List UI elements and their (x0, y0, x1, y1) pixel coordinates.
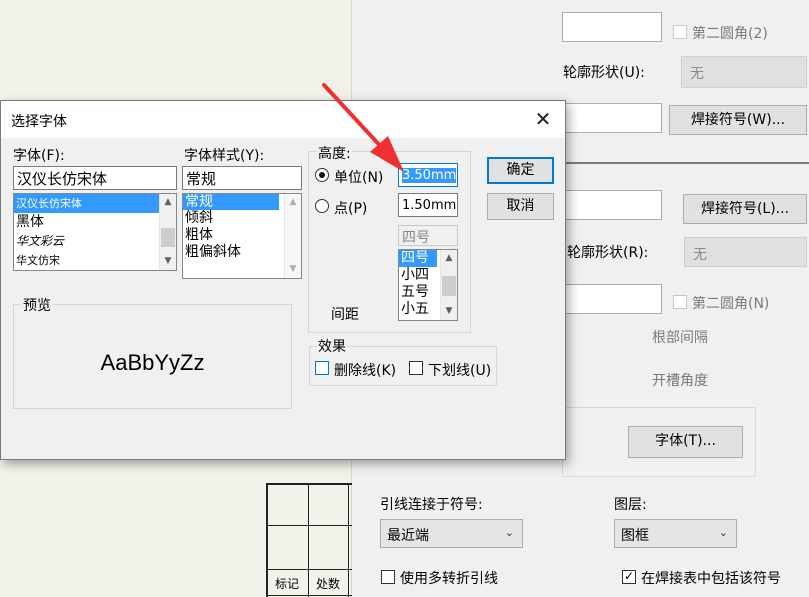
list-item[interactable]: 四号 (399, 250, 437, 267)
list-item[interactable]: 华文仿宋 (14, 251, 176, 270)
leader-attach-label: 引线连接于符号: (380, 497, 483, 513)
contour-shape-u-select[interactable]: 无 (681, 56, 807, 88)
preview-sample-text: AaBbYyZz (100, 350, 205, 375)
unit-height-input[interactable]: 3.50mm (398, 163, 458, 187)
unit-radio-label: 单位(N) (334, 170, 384, 186)
spacing-label: 间距 (331, 307, 359, 323)
close-icon[interactable]: ✕ (521, 101, 565, 138)
include-in-weld-table-label: 在焊接表中包括该符号 (641, 571, 781, 587)
font-style-list[interactable]: 常规 倾斜 粗体 粗偏斜体 ▲ ▼ (182, 193, 302, 279)
point-size-input[interactable]: 四号 (398, 225, 458, 246)
root-gap-label: 根部间隔 (652, 330, 708, 346)
second-fillet-n-checkbox[interactable] (673, 295, 687, 309)
weld-symbol-w-button[interactable]: 焊接符号(W)... (669, 105, 807, 135)
title-block-line (308, 485, 309, 597)
unit-height-value: 3.50mm (402, 168, 457, 183)
scroll-down-icon[interactable]: ▼ (160, 253, 176, 270)
contour-shape-r-label: 轮廓形状(R): (567, 245, 649, 261)
lower-field-input[interactable] (562, 190, 662, 220)
title-block-cell-mark: 标记 (275, 577, 300, 591)
list-item[interactable]: 常规 (183, 194, 279, 210)
font-style-scrollbar[interactable]: ▲ ▼ (284, 194, 301, 278)
ok-button[interactable]: 确定 (487, 157, 554, 184)
scroll-thumb[interactable] (442, 276, 456, 296)
list-item[interactable]: 黑体 (14, 213, 176, 232)
include-in-weld-table-checkbox[interactable]: ✓ (622, 570, 636, 584)
unit-radio[interactable] (315, 168, 329, 182)
groove-angle-label: 开槽角度 (652, 373, 708, 389)
layer-value: 图框 (621, 528, 649, 544)
second-fillet-2-checkbox[interactable] (673, 25, 687, 39)
underline-checkbox[interactable] (409, 361, 423, 375)
dialog-title: 选择字体 (11, 114, 67, 130)
chevron-down-icon: ⌄ (504, 526, 514, 539)
fillet-size-input-top[interactable] (562, 12, 662, 42)
multi-bend-leader-checkbox[interactable] (381, 570, 395, 584)
chevron-down-icon: ⌄ (718, 526, 728, 539)
preview-group: AaBbYyZz (13, 304, 292, 409)
underline-label: 下划线(U) (428, 363, 492, 379)
point-radio[interactable] (315, 199, 329, 213)
point-height-input[interactable]: 1.50mm (398, 193, 458, 217)
font-family-input[interactable]: 汉仪长仿宋体 (13, 166, 177, 190)
leader-attach-value: 最近端 (387, 528, 429, 544)
font-style-input[interactable]: 常规 (182, 166, 302, 190)
preview-label: 预览 (21, 295, 53, 315)
contour-shape-u-label: 轮廓形状(U): (563, 65, 645, 81)
second-fillet-n-label: 第二圆角(N) (692, 296, 770, 312)
title-block-table: 标记 处数 (266, 483, 352, 597)
font-family-list[interactable]: 汉仪长仿宋体 黑体 华文彩云 华文仿宋 ▲ ▼ (13, 193, 177, 271)
second-fillet-2-label: 第二圆角(2) (692, 26, 768, 42)
point-radio-label: 点(P) (334, 201, 368, 217)
effects-label: 效果 (317, 336, 347, 356)
scroll-down-icon[interactable]: ▼ (441, 303, 457, 320)
title-block-line (268, 525, 352, 526)
scroll-up-icon[interactable]: ▲ (441, 250, 457, 267)
scroll-up-icon[interactable]: ▲ (160, 194, 176, 211)
weld-symbol-l-button[interactable]: 焊接符号(L)... (683, 194, 807, 224)
title-block-line (268, 569, 352, 570)
fillet-size-input-bottom[interactable] (562, 284, 662, 314)
strikethrough-label: 删除线(K) (334, 363, 397, 379)
title-block-line (268, 595, 352, 596)
point-size-list[interactable]: 四号 小四 五号 小五 ▲ ▼ (398, 249, 458, 321)
strikethrough-checkbox[interactable] (315, 361, 329, 375)
dialog-titlebar[interactable]: 选择字体 ✕ (1, 101, 565, 138)
multi-bend-leader-label: 使用多转折引线 (400, 571, 498, 587)
title-block-cell-count: 处数 (316, 577, 341, 591)
layer-label: 图层: (614, 497, 647, 513)
panel-divider (562, 162, 809, 164)
cancel-button[interactable]: 取消 (487, 193, 554, 220)
upper-field-input[interactable] (562, 103, 662, 133)
list-item[interactable]: 汉仪长仿宋体 (14, 194, 159, 213)
scroll-thumb[interactable] (161, 228, 175, 247)
font-style-label: 字体样式(Y): (184, 148, 265, 164)
list-item[interactable]: 华文彩云 (14, 232, 176, 251)
layer-select[interactable]: 图框 ⌄ (614, 519, 737, 548)
scroll-up-icon[interactable]: ▲ (285, 194, 301, 211)
font-family-label: 字体(F): (13, 148, 65, 164)
height-label: 高度: (317, 143, 352, 163)
contour-shape-r-select[interactable]: 无 (684, 237, 807, 267)
title-block-line (348, 485, 349, 597)
font-family-scrollbar[interactable]: ▲ ▼ (159, 194, 176, 270)
font-t-button[interactable]: 字体(T)... (628, 426, 743, 458)
leader-attach-select[interactable]: 最近端 ⌄ (380, 519, 523, 548)
point-size-scrollbar[interactable]: ▲ ▼ (440, 250, 457, 320)
scroll-down-icon[interactable]: ▼ (285, 261, 301, 278)
select-font-dialog: 选择字体 ✕ 字体(F): 汉仪长仿宋体 汉仪长仿宋体 黑体 华文彩云 华文仿宋… (0, 100, 566, 460)
